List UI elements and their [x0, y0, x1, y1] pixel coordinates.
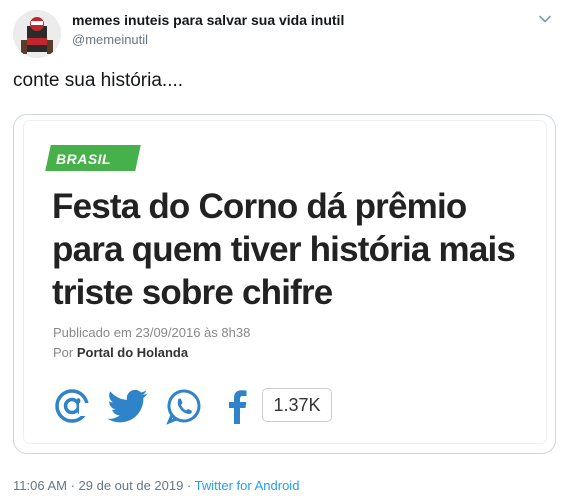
source-prefix: Por — [53, 345, 77, 360]
chevron-down-icon[interactable] — [536, 10, 554, 28]
tweet-metadata: 11:06 AM · 29 de out de 2019 · Twitter f… — [13, 478, 299, 493]
twitter-bird-icon[interactable] — [108, 386, 148, 426]
article-source: Por Portal do Holanda — [53, 345, 188, 360]
tweet-timestamp[interactable]: 11:06 AM · 29 de out de 2019 · — [13, 478, 195, 493]
tweet: memes inuteis para salvar sua vida inuti… — [0, 0, 568, 500]
author-name[interactable]: memes inuteis para salvar sua vida inuti… — [72, 12, 344, 28]
avatar[interactable] — [13, 10, 61, 58]
tweet-text: conte sua história.... — [13, 70, 184, 91]
share-row: 1.37K — [52, 386, 372, 426]
article-headline: Festa do Corno dá prêmio para quem tiver… — [52, 187, 516, 312]
source-name: Portal do Holanda — [76, 345, 189, 360]
at-icon[interactable] — [52, 386, 92, 426]
author-handle[interactable]: @memeinutil — [72, 32, 148, 47]
tweet-source-link[interactable]: Twitter for Android — [195, 478, 300, 493]
share-count: 1.37K — [262, 388, 332, 422]
published-date: Publicado em 23/09/2016 às 8h38 — [53, 325, 251, 340]
facebook-icon[interactable] — [218, 386, 258, 426]
news-card-image[interactable]: BRASIL Festa do Corno dá prêmio para que… — [13, 114, 556, 454]
category-label: BRASIL — [56, 151, 112, 167]
whatsapp-icon[interactable] — [164, 386, 204, 426]
news-card-content: BRASIL Festa do Corno dá prêmio para que… — [24, 121, 546, 443]
avatar-image — [13, 10, 61, 58]
